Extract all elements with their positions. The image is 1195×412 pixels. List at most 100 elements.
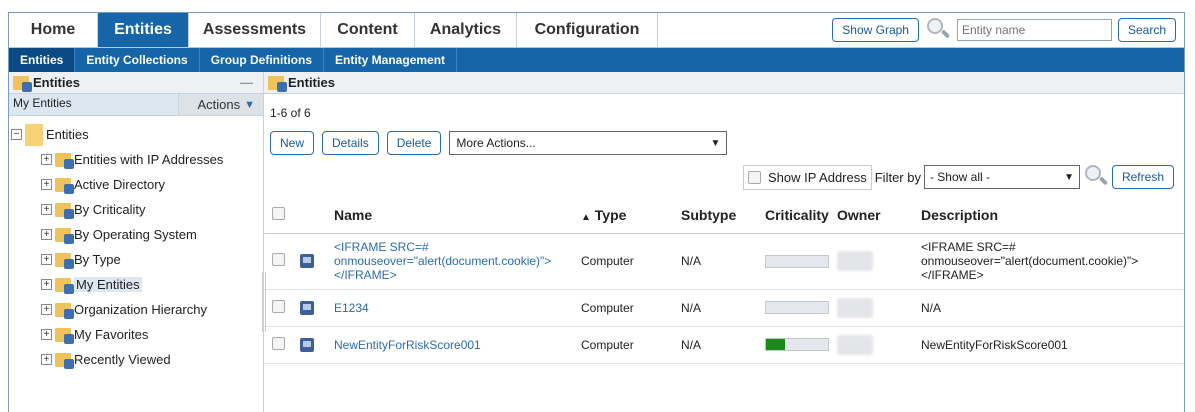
show-ip-toggle[interactable]: Show IP Address [742,164,872,190]
tab-configuration[interactable]: Configuration [517,13,658,47]
owner-cell [837,289,921,327]
entity-subtype: N/A [681,233,765,290]
expand-icon[interactable]: + [41,179,52,190]
expand-icon[interactable]: + [41,229,52,240]
subtab-group-definitions[interactable]: Group Definitions [200,48,325,72]
criticality-cell [765,233,837,290]
subtab-entity-management[interactable]: Entity Management [324,48,458,72]
folder-icon [55,227,74,244]
col-criticality[interactable]: Criticality [765,197,837,234]
tree-item[interactable]: + My Favorites [11,322,263,347]
expand-icon[interactable]: + [41,329,52,340]
tab-content[interactable]: Content [321,13,415,47]
more-actions-select[interactable]: More Actions... ▼ [449,131,728,155]
row-icon-cell [300,289,334,327]
row-checkbox[interactable] [272,253,285,266]
tree-item-label: My Entities [74,277,142,292]
details-button[interactable]: Details [322,131,379,155]
table-row[interactable]: <IFRAME SRC=# onmouseover="alert(documen… [264,233,1184,290]
owner-redacted [837,297,873,318]
entity-tree: − Entities + Entities with IP Addresses +… [9,116,263,372]
entity-name-link[interactable]: E1234 [334,289,581,327]
row-checkbox[interactable] [272,336,285,350]
sort-asc-icon: ▲ [581,211,591,223]
table-row[interactable]: NewEntityForRiskScore001 Computer N/A NewEn… [264,326,1184,364]
result-count: 1-6 of 6 [270,106,311,120]
table-row[interactable]: E1234 Computer N/A N/A [264,289,1184,327]
criticality-bar [765,301,829,314]
tree-item[interactable]: + By Criticality [11,197,263,222]
tree-item[interactable]: + By Type [11,247,263,272]
tree-root-label: Entities [46,127,89,142]
subtab-entity-collections[interactable]: Entity Collections [75,48,200,72]
tree-item[interactable]: + Organization Hierarchy [11,297,263,322]
refresh-button[interactable]: Refresh [1111,165,1174,189]
col-type-label: Type [594,206,627,223]
left-tabbar: My Entities Actions ▼ [9,94,263,116]
entities-icon [268,75,287,92]
row-select-cell [264,233,300,290]
app-frame: Home Entities Assessments Content Analyt… [8,12,1185,412]
show-ip-checkbox[interactable] [747,170,761,184]
row-select-cell [264,326,300,364]
owner-redacted [837,251,873,271]
tree-item[interactable]: + Recently Viewed [11,347,263,372]
expand-icon[interactable]: + [41,204,52,215]
actions-menu[interactable]: Actions ▼ [179,94,263,115]
filter-select[interactable]: - Show all - ▼ [923,165,1080,189]
tab-analytics[interactable]: Analytics [415,13,517,47]
entity-name-link[interactable]: NewEntityForRiskScore001 [334,326,581,364]
row-checkbox[interactable] [272,299,285,313]
tree-root[interactable]: − Entities [11,122,263,147]
minimize-icon[interactable]: — [240,75,253,90]
expand-icon[interactable]: + [41,254,52,265]
computer-icon [300,337,314,352]
entity-search-input[interactable] [956,19,1112,41]
expand-icon[interactable]: + [41,154,52,165]
tree-item-label: My Favorites [74,327,149,342]
filter-search-icon[interactable] [1083,164,1109,190]
controls: 1-6 of 6 New Details Delete More Actions… [264,94,1184,190]
owner-redacted [837,334,873,355]
col-name[interactable]: Name [334,197,581,234]
col-owner[interactable]: Owner [837,197,921,234]
expand-icon[interactable]: + [41,354,52,365]
tab-entities[interactable]: Entities [98,13,189,47]
search-icon [925,17,951,43]
expand-icon[interactable]: + [41,279,52,290]
tree-item-selected[interactable]: + My Entities [11,272,263,297]
select-all-checkbox[interactable] [272,206,285,220]
new-button[interactable]: New [270,131,315,155]
tab-home[interactable]: Home [9,13,98,47]
tree-item[interactable]: + By Operating System [11,222,263,247]
folder-icon [55,302,74,319]
entity-description: NewEntityForRiskScore001 [921,326,1184,364]
show-graph-button[interactable]: Show Graph [832,18,919,42]
col-description[interactable]: Description [921,197,1184,234]
tab-assessments[interactable]: Assessments [189,13,321,47]
col-type[interactable]: ▲ Type [581,197,681,234]
tree-item[interactable]: + Entities with IP Addresses [11,147,263,172]
dropdown-arrow-icon: ▼ [710,137,721,149]
tree-item[interactable]: + Active Directory [11,172,263,197]
expand-icon[interactable]: + [41,304,52,315]
tree-item-label: By Type [74,252,121,267]
subtab-entities[interactable]: Entities [9,48,76,72]
folder-icon [55,252,74,269]
left-panel: Entities — My Entities Actions ▼ − Entit… [9,72,266,412]
collapse-icon[interactable]: − [11,129,22,140]
my-entities-tab[interactable]: My Entities [9,94,179,115]
folder-icon [55,327,74,344]
col-subtype[interactable]: Subtype [681,197,765,234]
entity-subtype: N/A [681,326,765,364]
entity-description: N/A [921,289,1184,327]
entity-name-link[interactable]: <IFRAME SRC=# onmouseover="alert(documen… [334,233,581,290]
more-actions-label: More Actions... [456,136,536,150]
delete-button[interactable]: Delete [386,131,442,155]
panel-resize-handle[interactable] [262,272,266,332]
owner-cell [837,326,921,364]
search-button[interactable]: Search [1117,18,1176,42]
sub-nav: Entities Entity Collections Group Defini… [9,48,1184,72]
entity-type: Computer [581,289,681,327]
